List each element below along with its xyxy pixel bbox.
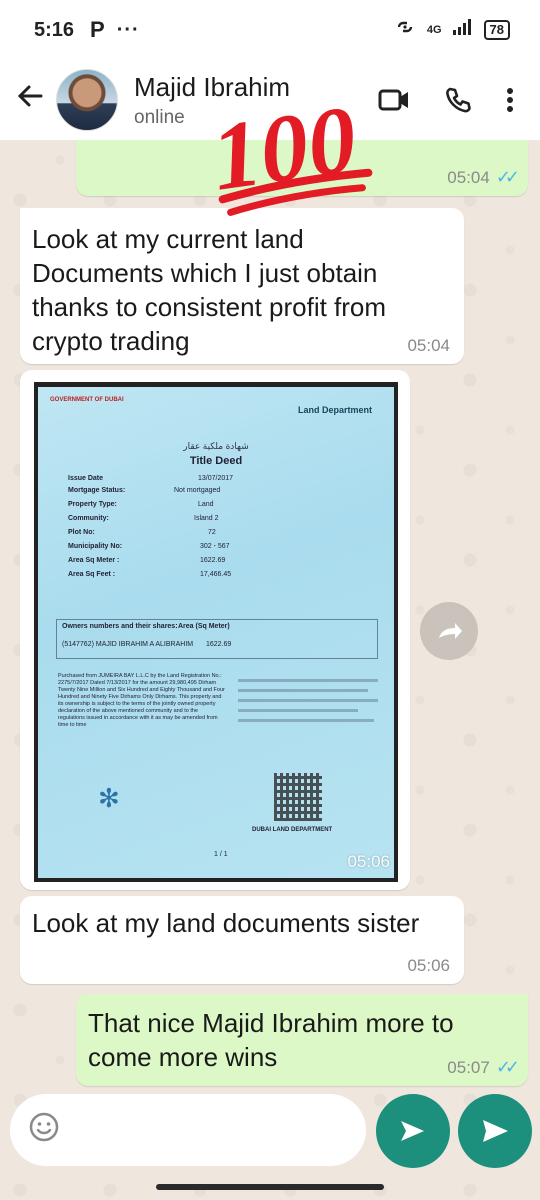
emoji-icon[interactable] (28, 1111, 60, 1150)
footer-department: DUBAI LAND DEPARTMENT (252, 827, 333, 833)
status-bar: 5:16 P ··· 4G 78 (0, 0, 540, 60)
deed-field-value: Island 2 (194, 515, 219, 522)
message-time: 05:07 ✓✓ (447, 1057, 520, 1077)
government-logo: GOVERNMENT OF DUBAI (50, 397, 124, 403)
deed-field-label: Community: (68, 515, 109, 522)
read-ticks-icon: ✓✓ (495, 1057, 520, 1077)
notification-p-icon: P (90, 17, 105, 42)
deed-field-value: 13/07/2017 (198, 475, 234, 482)
deed-field-label: Area Sq Feet : (68, 571, 116, 578)
status-time: 5:16 (34, 18, 75, 41)
title-deed-image[interactable]: GOVERNMENT OF DUBAI Land Department شهاد… (34, 382, 398, 882)
message-bubble-outgoing[interactable]: 05:04 ✓✓ (76, 140, 528, 196)
voice-call-icon[interactable] (444, 86, 472, 114)
message-time: 05:04 ✓✓ (447, 167, 520, 187)
message-text: That nice Majid Ibrahim more to come mor… (88, 1008, 454, 1072)
signal-icon (452, 18, 474, 42)
deed-field-value: 1622.69 (200, 557, 226, 564)
back-arrow-icon[interactable] (10, 81, 50, 119)
hotspot-icon (393, 18, 417, 42)
page-number: 1 / 1 (214, 851, 228, 858)
message-time: 05:06 (407, 956, 450, 975)
network-type: 4G (426, 24, 442, 36)
read-ticks-icon: ✓✓ (495, 167, 520, 187)
more-notifications-icon: ··· (116, 18, 140, 41)
deed-field-value: Not mortgaged (174, 487, 221, 494)
land-department-logo: Land Department (297, 405, 372, 415)
palm-logo-icon: ✻ (98, 783, 120, 813)
deed-field-label: Municipality No: (68, 543, 123, 550)
video-call-icon[interactable] (378, 88, 410, 112)
reply-button[interactable] (376, 1094, 450, 1168)
area-header: Area (Sq Meter) (178, 623, 230, 630)
deed-field-label: Mortgage Status: (68, 487, 126, 494)
battery-icon: 78 (483, 20, 510, 40)
qr-code (274, 773, 322, 821)
contact-name: Majid Ibrahim (134, 71, 291, 102)
owner-area: 1622.69 (206, 641, 232, 648)
deed-field-value: 302 - 567 (200, 543, 230, 550)
forward-button[interactable] (420, 602, 478, 660)
chat-header: Majid Ibrahim online (0, 60, 540, 140)
deed-field-value: 72 (208, 529, 216, 536)
message-input-bar (10, 1094, 366, 1166)
more-options-icon[interactable] (506, 87, 514, 113)
deed-title: Title Deed (189, 455, 243, 467)
message-bubble-incoming[interactable]: Look at my current land Documents which … (20, 208, 464, 364)
avatar[interactable] (56, 69, 118, 131)
deed-field-label: Area Sq Meter : (68, 557, 120, 564)
message-input[interactable] (70, 1117, 366, 1143)
owner-name: (5147762) MAJID IBRAHIM A ALIBRAHIM (62, 641, 194, 648)
deed-arabic-title: شهادة ملكية عقار (183, 441, 249, 451)
deed-paragraph: Purchased from JUMEIRA BAY L.L.C by the … (58, 673, 225, 728)
home-indicator[interactable] (156, 1184, 384, 1190)
contact-status: online (134, 106, 185, 128)
header-actions (378, 86, 514, 114)
status-right: 4G 78 (393, 18, 510, 42)
message-text: Look at my land documents sister (32, 908, 420, 938)
deed-field-value: Land (198, 501, 214, 508)
deed-field-label: Property Type: (68, 501, 117, 508)
contact-info[interactable]: Majid Ibrahim online (134, 72, 290, 129)
message-bubble-incoming[interactable]: Look at my land documents sister 05:06 (20, 896, 464, 984)
deed-field-value: 17,466.45 (200, 571, 232, 578)
message-bubble-outgoing[interactable]: That nice Majid Ibrahim more to come mor… (76, 994, 528, 1086)
image-time: 05:06 (347, 852, 390, 871)
deed-field-label: Issue Date (68, 475, 104, 482)
owners-header: Owners numbers and their shares: (62, 623, 178, 630)
deed-field-label: Plot No: (68, 529, 95, 536)
send-button[interactable] (458, 1094, 532, 1168)
message-time: 05:04 (407, 336, 450, 355)
message-text: Look at my current land Documents which … (32, 224, 387, 356)
